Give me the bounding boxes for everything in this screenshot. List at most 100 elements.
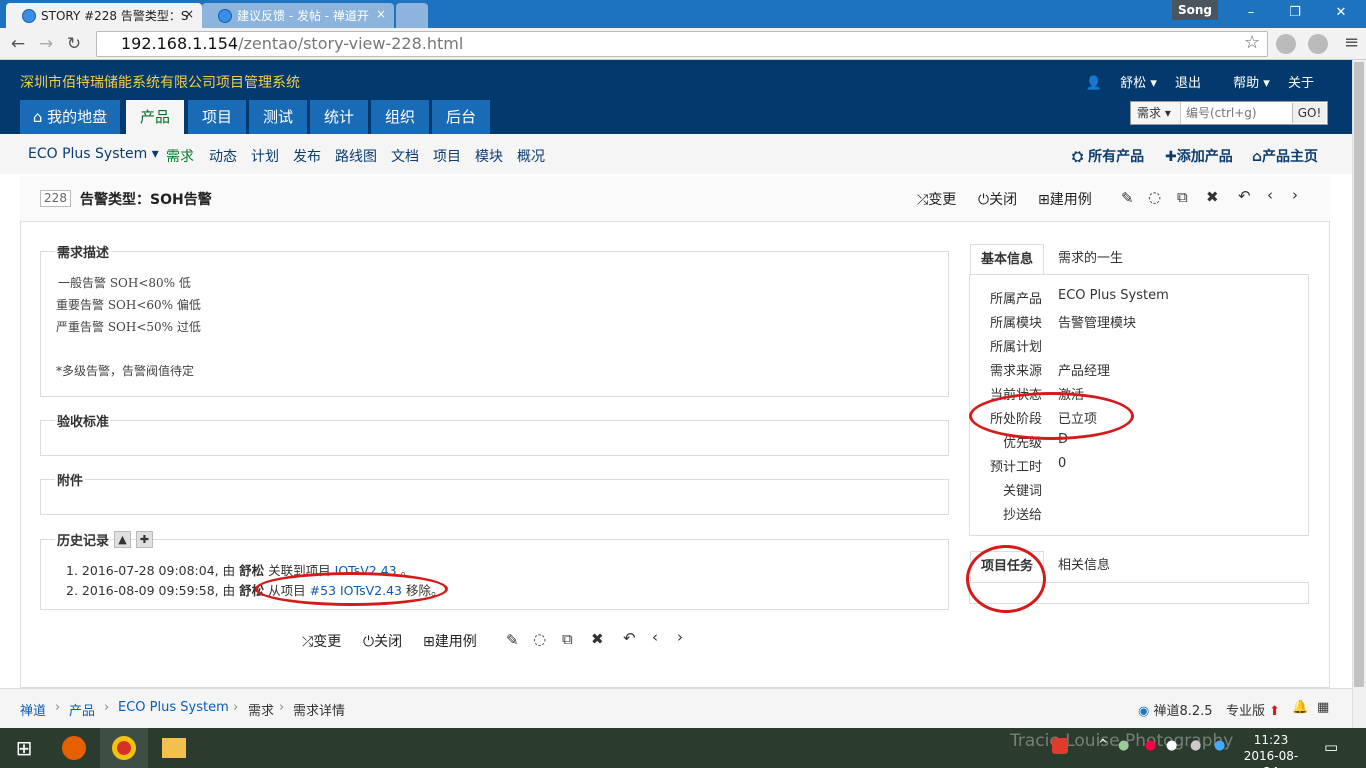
tray-expand-icon[interactable]: ^: [1098, 737, 1108, 751]
tray-app-icon[interactable]: ●: [1166, 738, 1177, 753]
expand-all-icon[interactable]: ✚: [136, 531, 153, 548]
tab-report[interactable]: 统计: [310, 100, 368, 134]
change-button[interactable]: ⤮变更: [917, 189, 956, 209]
about-link[interactable]: 关于: [1288, 76, 1314, 91]
comment-icon[interactable]: ◌: [533, 630, 546, 648]
extension-shield-icon[interactable]: [1276, 34, 1296, 54]
subnav-project[interactable]: 项目: [433, 146, 461, 166]
add-product-link[interactable]: ✚添加产品: [1165, 146, 1233, 166]
subnav-module[interactable]: 模块: [475, 146, 503, 166]
sort-up-icon[interactable]: ▲: [114, 531, 131, 548]
subnav-doc[interactable]: 文档: [391, 146, 419, 166]
comment-icon[interactable]: ◌: [1148, 188, 1161, 206]
subnav-release[interactable]: 发布: [293, 146, 321, 166]
product-value-link[interactable]: ECO Plus System: [1058, 288, 1169, 303]
tab-related-info[interactable]: 相关信息: [1048, 551, 1120, 582]
search-go-button[interactable]: GO!: [1292, 103, 1326, 123]
address-bar[interactable]: 192.168.1.154/zentao/story-view-228.html: [96, 31, 1268, 57]
tray-app-icon[interactable]: ●: [1145, 738, 1156, 753]
breadcrumb-story[interactable]: 需求: [248, 700, 274, 719]
section-title: 附件: [57, 474, 84, 489]
delete-icon[interactable]: ✖: [1206, 188, 1219, 206]
browser-tab-feedback[interactable]: 建议反馈 - 发帖 - 禅道开 ×: [202, 3, 394, 28]
close-tab-icon[interactable]: ×: [376, 7, 386, 21]
tab-project[interactable]: 项目: [188, 100, 246, 134]
browser-tab-story[interactable]: STORY #228 告警类型：S ×: [6, 3, 202, 28]
zentao-version[interactable]: ◉ 禅道8.2.5: [1138, 700, 1213, 719]
change-button-bottom[interactable]: ⤮变更: [302, 631, 341, 651]
field-label: 预计工时: [990, 460, 1043, 475]
user-menu[interactable]: 👤 舒松 ▾: [1086, 76, 1157, 91]
subnav-dynamic[interactable]: 动态: [209, 146, 237, 166]
delete-icon[interactable]: ✖: [591, 630, 604, 648]
tab-test[interactable]: 测试: [249, 100, 307, 134]
firefox-taskbar-icon[interactable]: [50, 728, 98, 768]
copy-icon[interactable]: ⧉: [562, 630, 573, 648]
tab-admin[interactable]: 后台: [432, 100, 490, 134]
back-icon[interactable]: ←: [6, 33, 30, 55]
field-label: 所属模块: [990, 316, 1043, 331]
reload-icon[interactable]: ↻: [62, 33, 86, 55]
close-window-icon[interactable]: ✕: [1326, 3, 1356, 23]
profile-badge[interactable]: Song: [1172, 0, 1218, 20]
bell-icon[interactable]: 🔔: [1292, 700, 1308, 715]
copy-icon[interactable]: ⧉: [1177, 188, 1188, 206]
prev-icon[interactable]: ‹: [652, 628, 658, 646]
tray-app-icon[interactable]: ●: [1214, 738, 1225, 753]
module-value-link[interactable]: 告警管理模块: [1058, 312, 1136, 331]
subnav-roadmap[interactable]: 路线图: [335, 146, 377, 166]
tab-product[interactable]: 产品: [126, 100, 184, 134]
close-button[interactable]: ⏻关闭: [978, 189, 1017, 209]
wechat-tray-icon[interactable]: ●: [1118, 738, 1129, 753]
close-button-bottom[interactable]: ⏻关闭: [363, 631, 402, 651]
tab-my[interactable]: ⌂ 我的地盘: [20, 100, 120, 134]
next-icon[interactable]: ›: [677, 628, 683, 646]
scrollbar-thumb[interactable]: [1354, 62, 1364, 687]
subnav-plan[interactable]: 计划: [251, 146, 279, 166]
edition-link[interactable]: 专业版 ⬆: [1226, 700, 1280, 719]
subnav-view[interactable]: 概况: [517, 146, 545, 166]
new-tab-button[interactable]: [396, 3, 428, 28]
tab-company[interactable]: 组织: [371, 100, 429, 134]
search-type-select[interactable]: 需求 ▾: [1131, 102, 1181, 124]
close-tab-icon[interactable]: ×: [184, 7, 194, 21]
bookmark-star-icon[interactable]: ☆: [1244, 32, 1260, 53]
next-icon[interactable]: ›: [1292, 186, 1298, 204]
logout-link[interactable]: 退出: [1175, 76, 1201, 91]
breadcrumb-product-name[interactable]: ECO Plus System: [118, 700, 229, 715]
extension-icon[interactable]: [1308, 34, 1328, 54]
qrcode-icon[interactable]: ▦: [1317, 700, 1329, 715]
create-case-button[interactable]: ⊞建用例: [1038, 189, 1092, 209]
description-line: 严重告警 SOH<50% 过低: [56, 320, 201, 334]
explorer-taskbar-icon[interactable]: [150, 728, 198, 768]
taskbar-clock[interactable]: 11:23 2016-08-24: [1238, 732, 1304, 768]
chrome-taskbar-icon[interactable]: [100, 728, 148, 768]
tab-basic-info[interactable]: 基本信息: [970, 244, 1045, 275]
minimize-icon[interactable]: –: [1236, 3, 1266, 23]
tab-story-life[interactable]: 需求的一生: [1048, 244, 1133, 275]
create-case-button-bottom[interactable]: ⊞建用例: [423, 631, 477, 651]
edit-icon[interactable]: ✎: [506, 631, 519, 649]
tray-app-icon[interactable]: ●: [1190, 738, 1201, 753]
browser-menu-icon[interactable]: ≡: [1344, 32, 1359, 53]
button-label: 变更: [313, 634, 342, 650]
back-icon[interactable]: ↶: [623, 629, 636, 647]
description-line: *多级告警，告警阀值待定: [56, 364, 195, 378]
product-home-link[interactable]: ⌂产品主页: [1252, 146, 1318, 166]
search-bar: 需求 ▾ GO!: [1130, 101, 1328, 125]
maximize-icon[interactable]: ❐: [1280, 3, 1310, 23]
sogou-input-icon[interactable]: [1052, 738, 1068, 754]
edit-icon[interactable]: ✎: [1121, 189, 1134, 207]
help-menu[interactable]: 帮助 ▾: [1219, 76, 1270, 91]
search-input[interactable]: [1181, 102, 1291, 124]
breadcrumb-zentao[interactable]: 禅道: [20, 700, 46, 719]
breadcrumb-product[interactable]: 产品: [69, 700, 95, 719]
notification-icon[interactable]: ▭: [1324, 738, 1338, 756]
forward-icon[interactable]: →: [34, 33, 58, 55]
all-products-link[interactable]: ⛭ 所有产品: [1072, 146, 1144, 166]
product-switcher[interactable]: ECO Plus System ▾: [28, 146, 159, 162]
prev-icon[interactable]: ‹: [1267, 186, 1273, 204]
back-icon[interactable]: ↶: [1238, 187, 1251, 205]
windows-start-icon[interactable]: ⊞: [0, 728, 48, 768]
subnav-story[interactable]: 需求: [166, 146, 194, 166]
